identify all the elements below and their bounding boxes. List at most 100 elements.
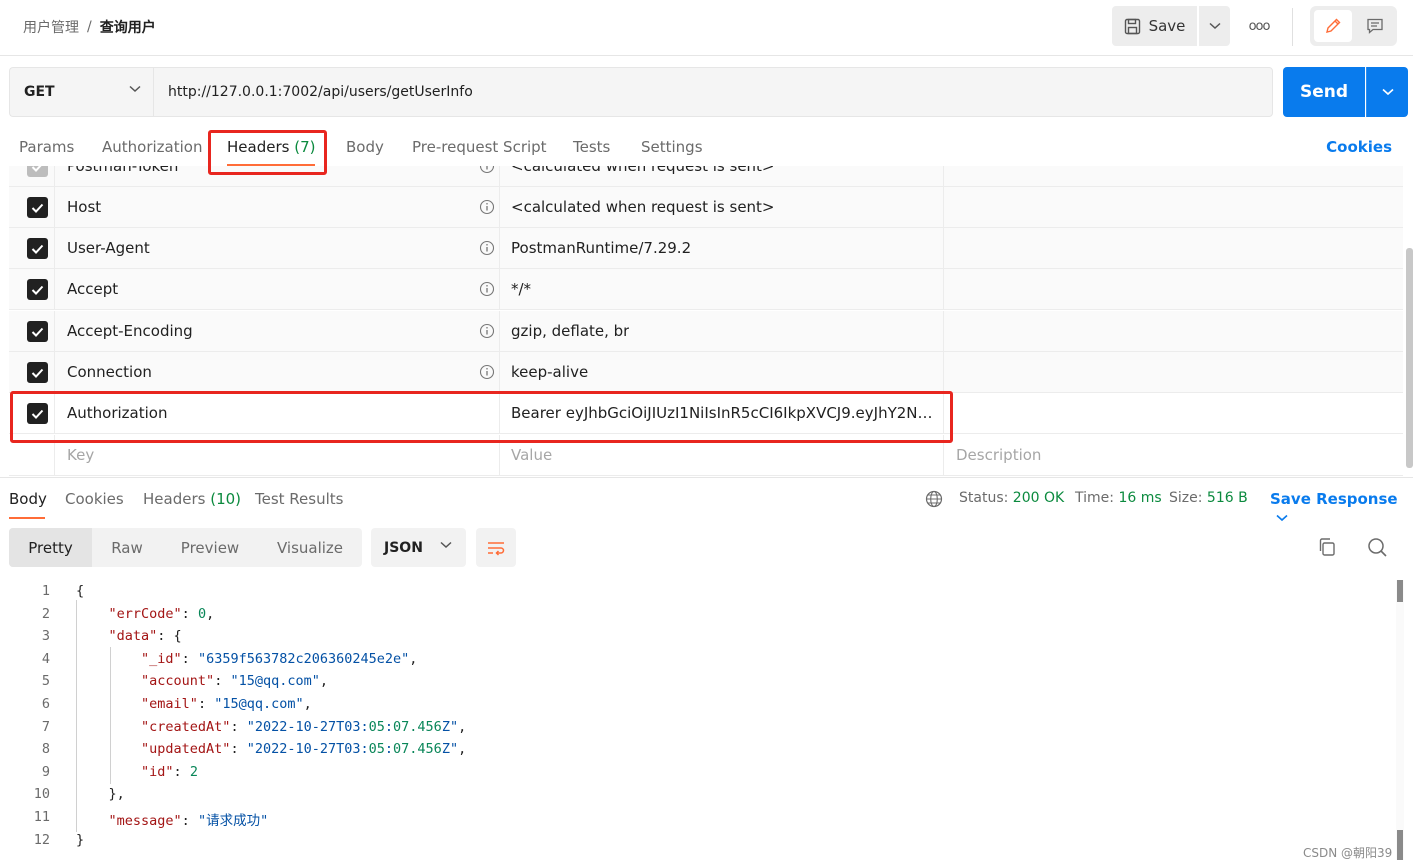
breadcrumb-collection[interactable]: 用户管理 [23, 17, 79, 37]
tab-settings[interactable]: Settings [641, 138, 703, 156]
info-icon[interactable] [479, 364, 495, 380]
code-text: }, [76, 786, 125, 803]
header-enabled-checkbox[interactable] [27, 362, 48, 383]
scrollbar[interactable] [1406, 248, 1413, 468]
chevron-down-icon [1276, 514, 1288, 522]
header-enabled-checkbox[interactable] [27, 166, 48, 177]
response-status[interactable]: Status: 200 OK [959, 490, 1064, 506]
save-response-button[interactable]: Save Response [1270, 490, 1413, 526]
header-key[interactable]: Connection [67, 363, 152, 381]
response-bar: Body Cookies Headers (10) Test Results S… [0, 477, 1413, 522]
view-preview-button[interactable]: Preview [162, 528, 258, 567]
comments-button[interactable] [1358, 10, 1392, 42]
chevron-down-icon [1208, 22, 1221, 30]
header-enabled-checkbox[interactable] [27, 279, 48, 300]
tab-body[interactable]: Body [346, 138, 384, 156]
scrollbar-thumb[interactable] [1397, 830, 1403, 860]
format-select[interactable]: JSON [371, 528, 466, 567]
view-visualize-button[interactable]: Visualize [258, 528, 362, 567]
code-line: 8 "updatedAt": "2022-10-27T03:05:07.456Z… [0, 737, 1395, 760]
response-time[interactable]: Time: 16 ms [1075, 490, 1162, 506]
header-value[interactable]: <calculated when request is sent> [511, 166, 775, 175]
table-row: Host <calculated when request is sent> [9, 187, 1403, 228]
header-value[interactable]: keep-alive [511, 363, 588, 381]
highlight-box [208, 130, 327, 175]
method-select[interactable]: GET [9, 67, 153, 117]
code-text: { [76, 583, 85, 599]
tab-params[interactable]: Params [19, 138, 74, 156]
code-text: "email": "15@qq.com", [141, 696, 312, 712]
search-button[interactable] [1366, 536, 1388, 562]
code-line: 7 "createdAt": "2022-10-27T03:05:07.456Z… [0, 715, 1395, 738]
line-number: 10 [33, 786, 50, 803]
new-value-input[interactable]: Value [511, 446, 552, 464]
indent-guide [110, 647, 111, 784]
url-input[interactable]: http://127.0.0.1:7002/api/users/getUserI… [153, 67, 1273, 117]
new-key-input[interactable]: Key [67, 446, 94, 464]
info-icon[interactable] [479, 240, 495, 256]
code-line: 2 "errCode": 0, [0, 602, 1395, 625]
edit-mode-button[interactable] [1314, 10, 1352, 42]
view-pretty-button[interactable]: Pretty [9, 528, 92, 567]
header-key[interactable]: Accept-Encoding [67, 322, 193, 340]
response-body-editor[interactable]: 1{ 2 "errCode": 0, 3 "data": { 4 "_id": … [0, 579, 1395, 868]
response-tab-test-results[interactable]: Test Results [255, 490, 343, 508]
scrollbar-thumb[interactable] [1397, 580, 1403, 602]
line-number: 7 [41, 718, 50, 735]
wrap-lines-button[interactable] [476, 528, 516, 567]
table-row: User-Agent PostmanRuntime/7.29.2 [9, 228, 1403, 269]
code-scrollbar[interactable] [1396, 580, 1404, 860]
save-button[interactable]: Save [1112, 6, 1197, 46]
check-icon [31, 285, 44, 295]
time-label: Time: [1075, 490, 1114, 506]
search-icon [1368, 538, 1387, 557]
code-line: 1{ [0, 579, 1395, 602]
header-enabled-checkbox[interactable] [27, 321, 48, 342]
header-value[interactable]: <calculated when request is sent> [511, 198, 775, 216]
more-options-button[interactable]: ooo [1242, 14, 1276, 38]
send-button[interactable]: Send [1283, 67, 1365, 117]
header-key[interactable]: Accept [67, 280, 118, 298]
header-value[interactable]: gzip, deflate, br [511, 322, 629, 340]
cookies-link[interactable]: Cookies [1326, 138, 1392, 156]
comment-icon [1367, 18, 1383, 34]
header-enabled-checkbox[interactable] [27, 197, 48, 218]
line-number: 11 [33, 809, 50, 825]
response-size[interactable]: Size: 516 B [1169, 490, 1248, 506]
send-options-button[interactable] [1366, 67, 1408, 117]
header-value[interactable]: PostmanRuntime/7.29.2 [511, 239, 691, 257]
response-tab-cookies[interactable]: Cookies [65, 490, 124, 508]
tab-authorization[interactable]: Authorization [102, 138, 202, 156]
divider [1292, 8, 1293, 46]
header-value[interactable]: */* [511, 280, 531, 298]
tab-tests[interactable]: Tests [573, 138, 610, 156]
code-text: "data": { [108, 628, 182, 645]
copy-button[interactable] [1316, 536, 1338, 562]
header-enabled-checkbox[interactable] [27, 238, 48, 259]
view-raw-button[interactable]: Raw [92, 528, 162, 567]
check-icon [31, 203, 44, 213]
header-key[interactable]: User-Agent [67, 239, 150, 257]
code-text: "createdAt": "2022-10-27T03:05:07.456Z", [141, 718, 467, 735]
tab-prerequest-script[interactable]: Pre-request Script [412, 138, 547, 156]
globe-icon[interactable] [925, 490, 943, 508]
info-icon[interactable] [479, 323, 495, 339]
info-icon[interactable] [479, 166, 495, 174]
top-bar: 用户管理 / 查询用户 Save ooo [0, 0, 1413, 56]
breadcrumb-request-name[interactable]: 查询用户 [100, 17, 156, 37]
chevron-down-icon [129, 85, 141, 93]
save-response-label: Save Response [1270, 490, 1398, 508]
pencil-icon [1326, 18, 1341, 33]
header-key[interactable]: Postman-Token [67, 166, 178, 175]
response-tab-body[interactable]: Body [9, 490, 47, 508]
line-number: 12 [33, 831, 50, 848]
code-text: "id": 2 [141, 763, 198, 780]
method-label: GET [24, 84, 55, 100]
header-key[interactable]: Host [67, 198, 101, 216]
response-tab-headers[interactable]: Headers (10) [143, 490, 241, 508]
new-description-input[interactable]: Description [956, 446, 1041, 464]
save-options-button[interactable] [1199, 6, 1230, 46]
info-icon[interactable] [479, 199, 495, 215]
info-icon[interactable] [479, 281, 495, 297]
indent-guide [76, 600, 77, 832]
